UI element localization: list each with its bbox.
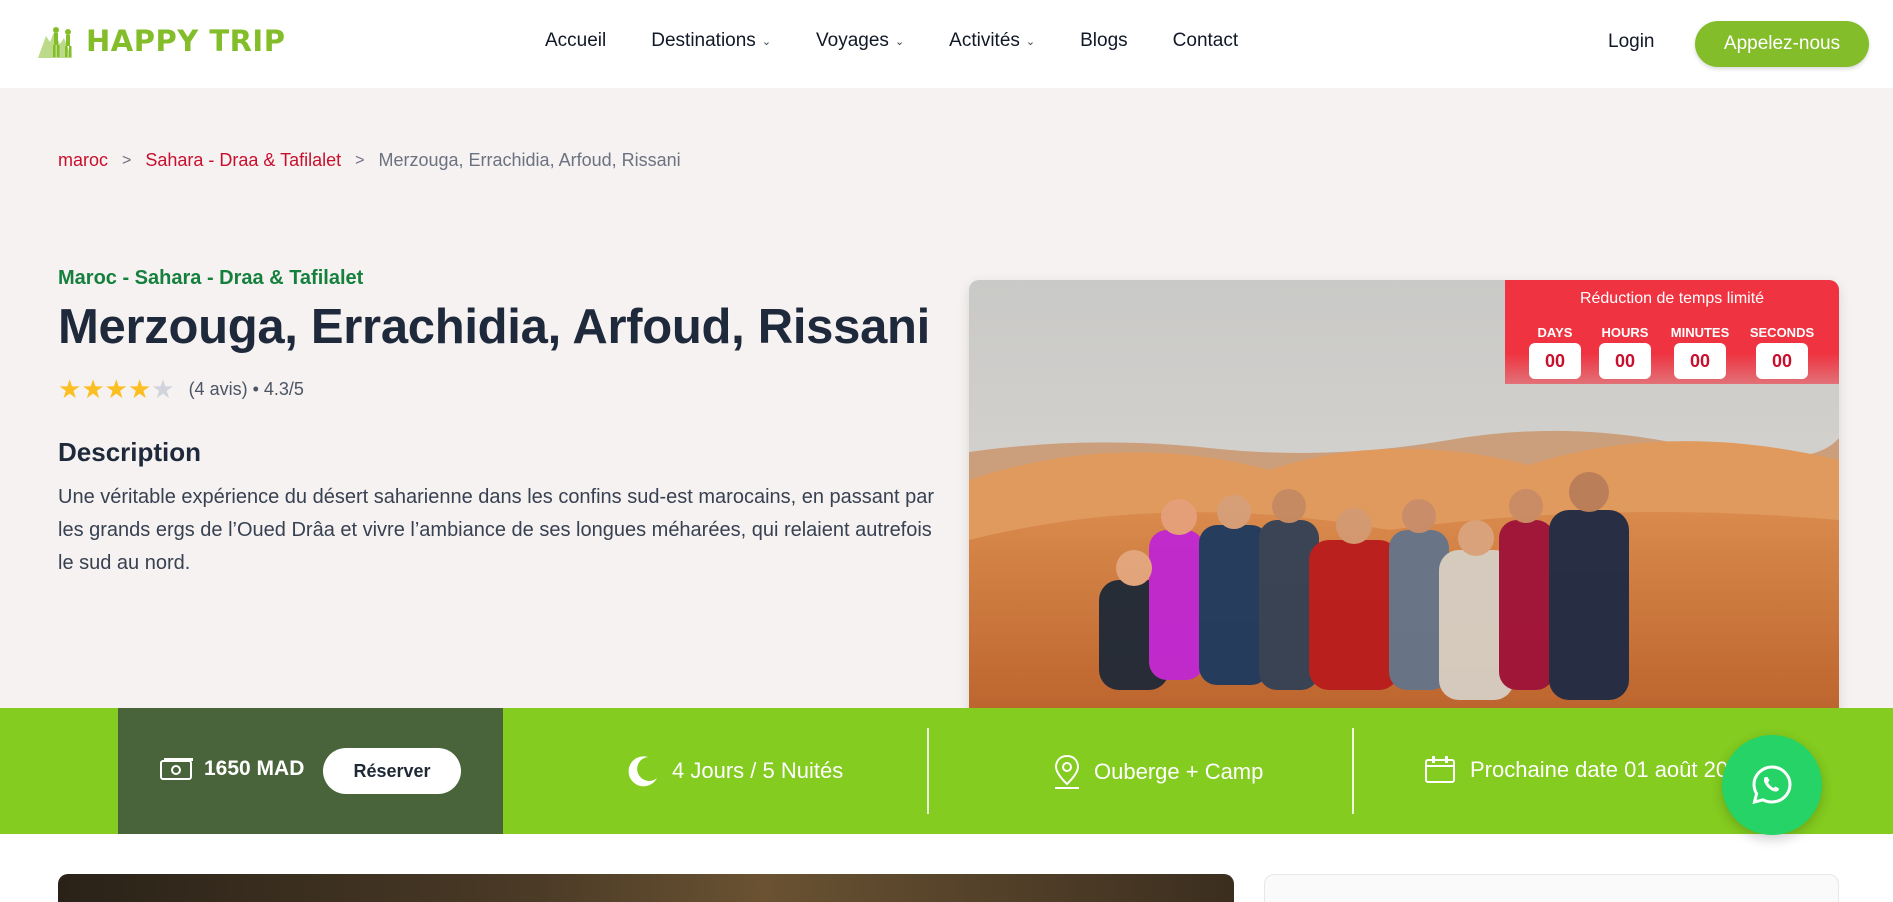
nav-activites[interactable]: Activités ⌄: [949, 30, 1035, 52]
star-icon: ★: [127, 374, 152, 404]
page-title: Merzouga, Errachidia, Arfoud, Rissani: [58, 300, 930, 354]
countdown-days-label: DAYS: [1537, 325, 1573, 340]
chevron-down-icon: ⌄: [1025, 35, 1036, 48]
lodging-text: Ouberge + Camp: [1094, 759, 1264, 784]
nav-destinations[interactable]: Destinations ⌄: [651, 30, 771, 52]
price-box: 1650 MAD Réserver: [118, 708, 503, 834]
breadcrumb-separator-icon: >: [122, 151, 132, 169]
next-date-info: Prochaine date 01 août 2025: [1424, 754, 1753, 786]
countdown-hours-label: HOURS: [1601, 325, 1649, 340]
reserve-button[interactable]: Réserver: [323, 748, 461, 794]
countdown-title: Réduction de temps limité: [1579, 290, 1765, 307]
breadcrumb-current: Merzouga, Errachidia, Arfoud, Rissani: [378, 150, 681, 170]
duration-info: 4 Jours / 5 Nuités: [626, 754, 843, 788]
site-header: HAPPY TRIP Accueil Destinations ⌄ Voyages…: [0, 0, 1893, 88]
price-value: 1650 MAD: [204, 757, 305, 780]
nav-contact[interactable]: Contact: [1173, 30, 1238, 52]
nav-label: Voyages: [816, 30, 889, 51]
location-icon: [1054, 754, 1080, 789]
nav-label: Accueil: [545, 30, 607, 51]
countdown-days: DAYS 00: [1529, 325, 1581, 379]
calendar-icon: [1425, 756, 1455, 783]
description-text: Une véritable expérience du désert sahar…: [58, 486, 935, 574]
tour-info-bar: 1650 MAD Réserver 4 Jours / 5 Nuités Oub…: [0, 708, 1893, 834]
price: 1650 MAD: [160, 757, 304, 781]
countdown-timer: Réduction de temps limité DAYS 00 HOURS …: [1505, 280, 1839, 384]
content-section: [0, 834, 1893, 902]
rating: ★ ★ ★ ★ ★ (4 avis) • 4.3/5: [58, 376, 304, 402]
tour-region: Maroc - Sahara - Draa & Tafilalet: [58, 267, 364, 289]
description-heading: Description: [58, 437, 202, 467]
rating-text: (4 avis) • 4.3/5: [188, 378, 304, 399]
countdown-hours-value: 00: [1599, 343, 1651, 379]
countdown-minutes: MINUTES 00: [1669, 325, 1731, 379]
countdown-seconds-value: 00: [1756, 343, 1808, 379]
next-date-text: Prochaine date 01 août 2025: [1470, 757, 1753, 782]
booking-card: [1264, 874, 1839, 902]
tour-photo: Réduction de temps limité DAYS 00 HOURS …: [969, 280, 1839, 736]
nav-accueil[interactable]: Accueil: [545, 30, 606, 52]
duration-text: 4 Jours / 5 Nuités: [672, 758, 844, 783]
money-icon: [160, 758, 193, 780]
call-us-button[interactable]: Appelez-nous: [1695, 21, 1869, 67]
moon-icon: [628, 756, 657, 787]
star-icon: ★: [58, 374, 82, 404]
breadcrumb-separator-icon: >: [355, 151, 365, 169]
chevron-down-icon: ⌄: [761, 35, 772, 48]
countdown-seconds-label: SECONDS: [1749, 325, 1815, 340]
nav-blogs[interactable]: Blogs: [1080, 30, 1128, 52]
countdown-minutes-label: MINUTES: [1670, 325, 1730, 340]
main-nav: Accueil Destinations ⌄ Voyages ⌄ Activités…: [545, 30, 1283, 52]
hero-section: maroc > Sahara - Draa & Tafilalet > Merz…: [0, 88, 1893, 736]
nav-label: Activités: [949, 30, 1020, 51]
star-icon: ★: [81, 374, 105, 404]
chevron-down-icon: ⌄: [894, 35, 905, 48]
video-player[interactable]: [58, 874, 1234, 902]
divider: [927, 728, 929, 814]
star-icon: ★: [104, 374, 128, 404]
nav-label: Destinations: [651, 30, 756, 51]
breadcrumb: maroc > Sahara - Draa & Tafilalet > Merz…: [58, 150, 681, 171]
login-link[interactable]: Login: [1608, 31, 1655, 53]
countdown-days-value: 00: [1529, 343, 1581, 379]
logo-hikers-icon: [38, 27, 72, 58]
lodging-info: Ouberge + Camp: [1052, 754, 1263, 790]
countdown-seconds: SECONDS 00: [1749, 325, 1815, 379]
whatsapp-icon: [1752, 765, 1792, 805]
logo[interactable]: HAPPY TRIP: [36, 22, 285, 60]
breadcrumb-link-region[interactable]: Sahara - Draa & Tafilalet: [145, 150, 341, 171]
nav-label: Blogs: [1080, 30, 1128, 51]
nav-label: Contact: [1172, 30, 1239, 51]
logo-text: HAPPY TRIP: [86, 24, 286, 58]
countdown-minutes-value: 00: [1674, 343, 1726, 379]
star-empty-icon: ★: [151, 374, 175, 404]
divider: [1352, 728, 1354, 814]
breadcrumb-link-maroc[interactable]: maroc: [58, 150, 108, 171]
nav-voyages[interactable]: Voyages ⌄: [816, 30, 904, 52]
countdown-hours: HOURS 00: [1599, 325, 1651, 379]
whatsapp-button[interactable]: [1722, 735, 1822, 835]
